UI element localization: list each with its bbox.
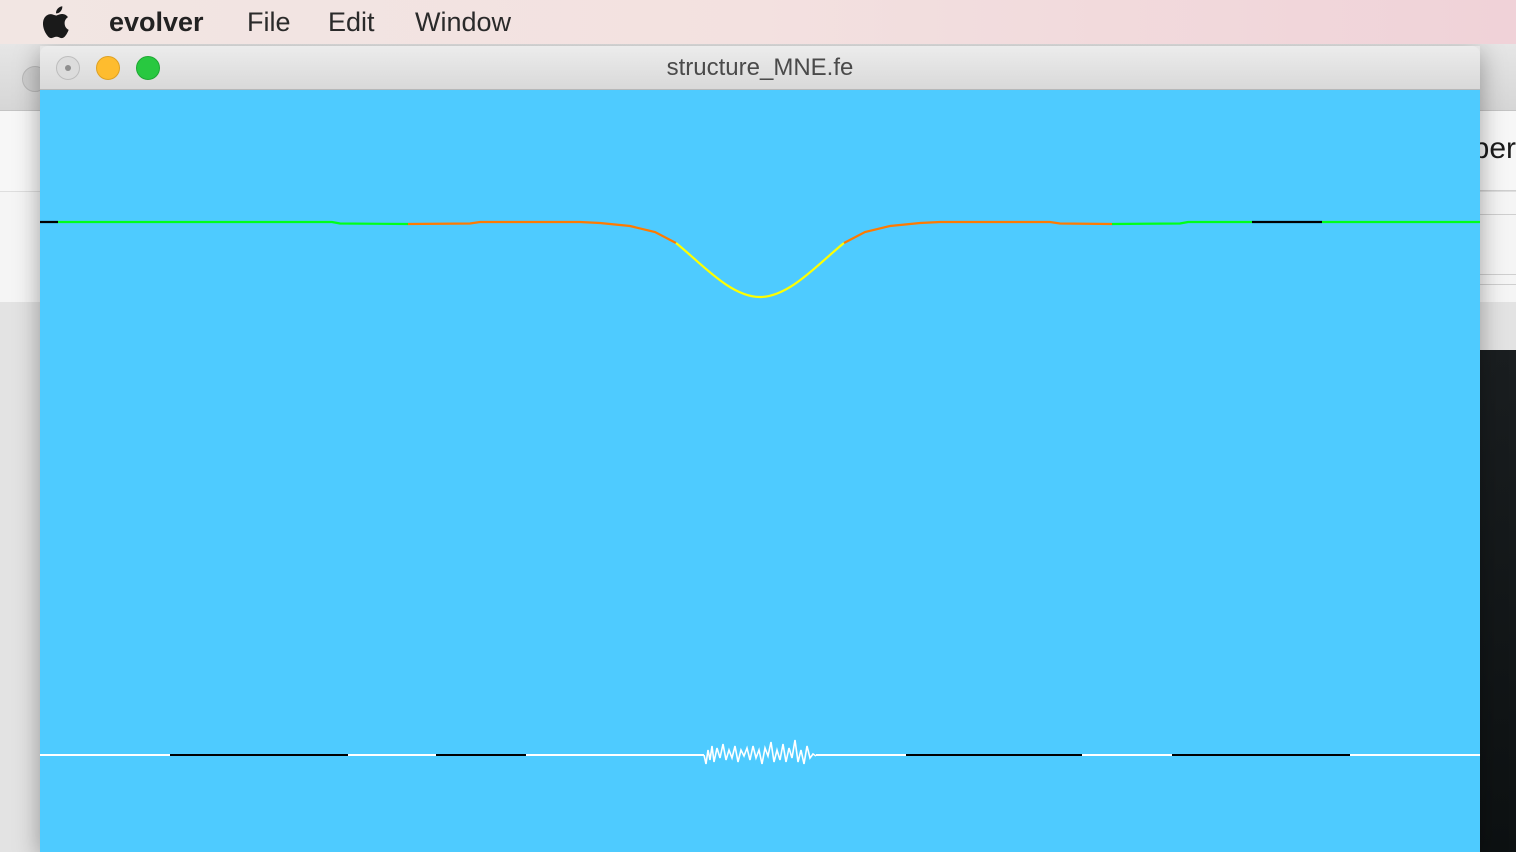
lower-substrate-line bbox=[40, 739, 1480, 765]
graphics-canvas[interactable] bbox=[40, 90, 1480, 852]
window-titlebar[interactable]: structure_MNE.fe bbox=[40, 46, 1480, 90]
upper-curve-right-shoulder bbox=[843, 220, 1113, 244]
upper-curve-valley bbox=[675, 242, 845, 299]
menu-item-edit[interactable]: Edit bbox=[328, 6, 375, 38]
graphics-window: structure_MNE.fe bbox=[40, 46, 1480, 852]
apple-icon[interactable] bbox=[40, 5, 70, 39]
lower-line-perturbation bbox=[703, 739, 817, 765]
menu-bar: evolver File Edit Window bbox=[0, 0, 1516, 44]
background-window-partial-text: per bbox=[1480, 132, 1516, 165]
upper-interface-curve bbox=[40, 220, 1480, 299]
upper-curve-left-shoulder bbox=[407, 220, 677, 244]
background-window-dark-panel bbox=[1480, 350, 1516, 852]
window-title: structure_MNE.fe bbox=[666, 54, 854, 81]
menu-item-window[interactable]: Window bbox=[415, 6, 511, 38]
upper-curve-right-flat bbox=[1111, 220, 1252, 226]
upper-curve-left-flat bbox=[58, 220, 409, 226]
menu-item-file[interactable]: File bbox=[247, 6, 291, 38]
surface-plot bbox=[40, 220, 1480, 765]
menu-item-evolver[interactable]: evolver bbox=[109, 6, 204, 38]
